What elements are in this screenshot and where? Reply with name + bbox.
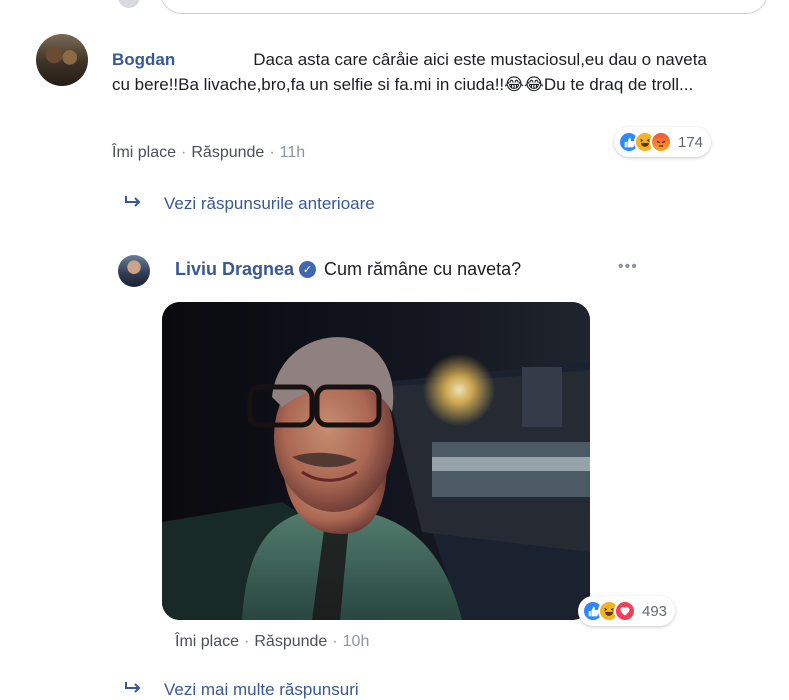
comment-actions: Îmi place · Răspunde · 11h <box>112 144 306 161</box>
reply-text: Cum rămâne cu naveta? <box>324 259 522 279</box>
more-options-icon[interactable]: ••• <box>618 258 638 276</box>
view-previous-replies-label[interactable]: Vezi răspunsurile anterioare <box>164 194 375 213</box>
love-reaction-icon <box>614 600 636 622</box>
comment-input[interactable] <box>160 0 768 14</box>
like-button[interactable]: Îmi place <box>175 633 239 650</box>
timestamp[interactable]: 10h <box>343 633 370 650</box>
comment-author[interactable]: Bogdan <box>112 50 175 69</box>
reply-arrow-icon <box>124 680 146 700</box>
reply-photo[interactable] <box>162 302 590 620</box>
reactions-summary[interactable]: 174 <box>614 127 712 157</box>
reply-button[interactable]: Răspunde <box>254 633 327 650</box>
reaction-count: 174 <box>678 133 704 151</box>
view-more-replies-link[interactable]: Vezi mai multe răspunsuri <box>124 680 359 700</box>
selfie-image <box>162 302 590 620</box>
comment-body: Bogdan Daca asta care câråie aici este mu… <box>112 47 724 97</box>
reaction-count: 493 <box>642 602 668 620</box>
like-button[interactable]: Îmi place <box>112 144 176 161</box>
avatar[interactable] <box>36 34 88 86</box>
reply-button[interactable]: Răspunde <box>191 144 264 161</box>
reply-actions: Îmi place · Răspunde · 10h <box>175 633 370 650</box>
comment-text-part2: Du te draq de troll... <box>543 75 694 94</box>
view-previous-replies-link[interactable]: Vezi răspunsurile anterioare <box>124 194 375 214</box>
reactions-summary[interactable]: 493 <box>578 596 676 626</box>
reply-author[interactable]: Liviu Dragnea <box>175 259 294 280</box>
avatar[interactable] <box>118 255 150 287</box>
current-user-avatar <box>118 0 140 8</box>
timestamp[interactable]: 11h <box>280 144 306 161</box>
angry-reaction-icon <box>650 131 672 153</box>
verified-badge-icon: ✓ <box>299 261 317 278</box>
reply-arrow-icon <box>124 194 146 214</box>
reply-body: Liviu Dragnea ✓ Cum rămâne cu naveta? <box>175 259 521 280</box>
emoji-laugh-icon: 😂😂 <box>504 75 544 94</box>
view-more-replies-label[interactable]: Vezi mai multe răspunsuri <box>164 680 359 699</box>
